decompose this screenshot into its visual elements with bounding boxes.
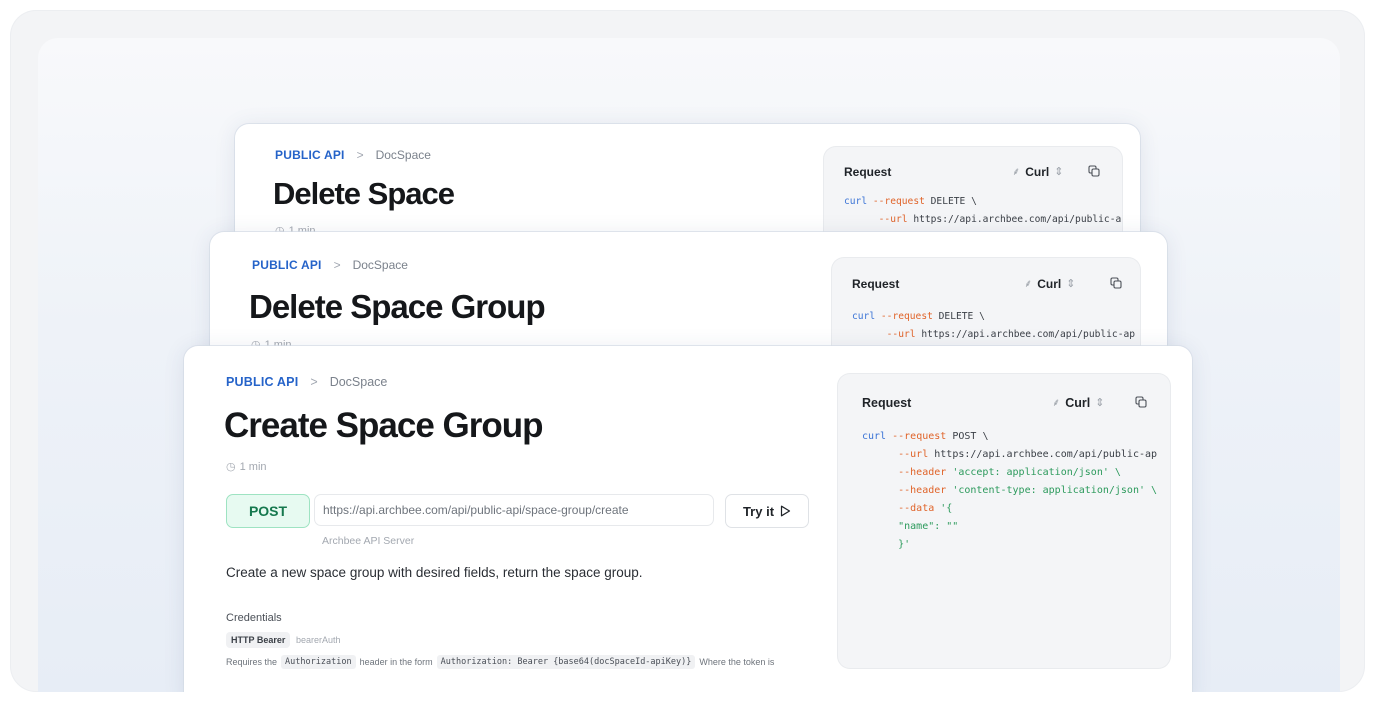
code-token: curl: [852, 311, 876, 322]
code-token: --request: [880, 311, 933, 322]
code-token: --header: [898, 467, 947, 478]
request-label: Request: [852, 277, 900, 291]
breadcrumb: PUBLIC API > DocSpace: [252, 258, 408, 272]
breadcrumb-separator: >: [333, 258, 341, 272]
language-select[interactable]: ⸙ Curl ⇕: [1012, 164, 1063, 179]
read-time: ◷ 1 min: [226, 460, 267, 474]
code-chip: Authorization: Bearer {base64(docSpaceId…: [436, 655, 696, 669]
auth-requirement-text: Requires the Authorization header in the…: [226, 655, 774, 669]
code-token: "name": "": [898, 521, 959, 532]
code-token: curl: [844, 196, 868, 207]
http-method-badge: POST: [226, 494, 310, 528]
copy-icon[interactable]: [1110, 277, 1122, 289]
breadcrumb-section[interactable]: DocSpace: [330, 375, 388, 389]
code-token: curl: [862, 431, 887, 442]
text-fragment: header in the form: [359, 657, 433, 667]
text-fragment: Requires the: [226, 657, 278, 667]
endpoint-description: Create a new space group with desired fi…: [226, 565, 643, 580]
code-token: }': [898, 539, 911, 550]
page-title: Delete Space: [273, 176, 455, 211]
breadcrumb-separator: >: [356, 148, 364, 162]
page-title: Create Space Group: [224, 406, 543, 445]
endpoint-url-field[interactable]: https://api.archbee.com/api/public-api/s…: [314, 494, 714, 526]
code-token: --url: [898, 449, 929, 460]
code-token: DELETE \: [938, 311, 985, 322]
request-label: Request: [844, 165, 892, 179]
code-token: https://api.archbee.com/api/public-ap: [934, 449, 1158, 460]
lang-icon: ⸙: [1012, 166, 1021, 178]
try-it-label: Try it: [742, 503, 775, 519]
breadcrumb-section[interactable]: DocSpace: [353, 258, 408, 272]
code-block: curl --request DELETE \ --url https://ap…: [844, 193, 1122, 229]
chevron-updown-icon: ⇕: [1095, 397, 1105, 409]
code-token: 'accept: application/json' \: [952, 467, 1121, 478]
play-icon: [780, 505, 791, 517]
copy-icon[interactable]: [1088, 165, 1100, 177]
language-select[interactable]: ⸙ Curl ⇕: [1024, 276, 1075, 291]
code-token: --request: [892, 431, 947, 442]
code-token: POST \: [952, 431, 989, 442]
read-time-label: 1 min: [239, 460, 267, 473]
chevron-updown-icon: ⇕: [1066, 278, 1076, 290]
code-block: curl --request POST \ --url https://api.…: [862, 428, 1157, 554]
breadcrumb-api-link[interactable]: PUBLIC API: [252, 258, 322, 272]
breadcrumb: PUBLIC API > DocSpace: [226, 375, 387, 389]
code-token: DELETE \: [930, 196, 977, 207]
code-chip: Authorization: [281, 655, 356, 669]
breadcrumb-separator: >: [310, 375, 318, 389]
language-label: Curl: [1065, 395, 1091, 410]
code-token: 'content-type: application/json' \: [952, 485, 1158, 496]
server-label: Archbee API Server: [322, 535, 415, 547]
breadcrumb: PUBLIC API > DocSpace: [275, 148, 431, 162]
copy-icon[interactable]: [1135, 396, 1147, 408]
credentials-heading: Credentials: [226, 612, 282, 624]
screenshot-frame: PUBLIC API > DocSpace Delete Space ◷ 1 mi…: [10, 10, 1365, 692]
try-it-button[interactable]: Try it: [725, 494, 809, 528]
lang-icon: ⸙: [1052, 397, 1061, 409]
language-select[interactable]: ⸙ Curl ⇕: [1052, 395, 1104, 410]
lang-icon: ⸙: [1024, 278, 1033, 290]
endpoint-url-text: https://api.archbee.com/api/public-api/s…: [323, 503, 629, 517]
auth-scheme-label: bearerAuth: [296, 635, 341, 645]
clock-icon: ◷: [226, 461, 236, 473]
text-fragment: Where the token is: [699, 657, 775, 667]
request-panel: Request ⸙ Curl ⇕ curl --request POST \ --u…: [838, 374, 1170, 668]
breadcrumb-api-link[interactable]: PUBLIC API: [226, 375, 298, 389]
breadcrumb-section[interactable]: DocSpace: [376, 148, 431, 162]
language-label: Curl: [1037, 276, 1062, 291]
request-label: Request: [862, 396, 912, 410]
code-token: '{: [940, 503, 953, 514]
code-token: --url: [886, 329, 916, 340]
code-token: https://api.archbee.com/api/public-ap: [921, 329, 1136, 340]
code-token: --request: [872, 196, 925, 207]
page-title: Delete Space Group: [249, 288, 546, 325]
breadcrumb-api-link[interactable]: PUBLIC API: [275, 148, 345, 162]
code-token: --data: [898, 503, 935, 514]
chevron-updown-icon: ⇕: [1054, 166, 1064, 178]
code-block: curl --request DELETE \ --url https://ap…: [852, 308, 1135, 344]
doc-card-create-space-group: PUBLIC API > DocSpace Create Space Group…: [184, 346, 1192, 692]
code-token: https://api.archbee.com/api/public-ap: [913, 214, 1122, 225]
auth-type-badge: HTTP Bearer: [226, 632, 291, 648]
code-token: --url: [878, 214, 908, 225]
code-token: --header: [898, 485, 947, 496]
language-label: Curl: [1025, 164, 1050, 179]
